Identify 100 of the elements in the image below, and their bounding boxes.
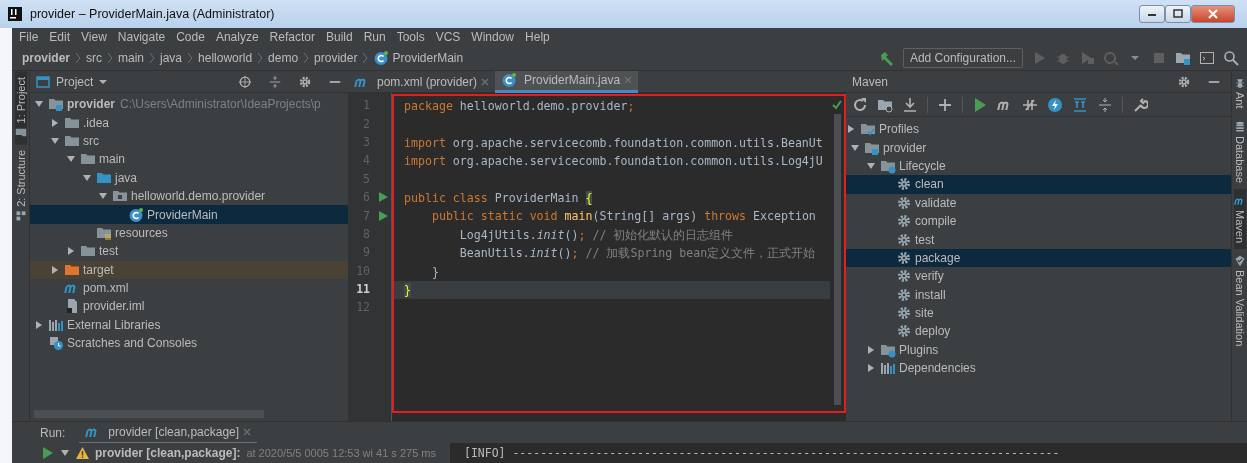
class-icon bbox=[128, 206, 144, 223]
expand-arrow-icon[interactable] bbox=[34, 319, 44, 330]
menu-item[interactable]: Window bbox=[470, 30, 516, 44]
menu-item[interactable]: Navigate bbox=[116, 30, 167, 44]
hammer-icon[interactable] bbox=[878, 50, 895, 66]
tree-item[interactable]: java bbox=[30, 168, 348, 187]
tree-item[interactable]: provider.iml bbox=[30, 297, 348, 316]
tree-item[interactable]: ProviderMain bbox=[30, 205, 348, 224]
panel-title[interactable]: Project bbox=[56, 74, 94, 89]
breadcrumb-item[interactable]: helloworld bbox=[198, 51, 253, 65]
scrollbar[interactable] bbox=[833, 114, 841, 405]
breadcrumb-item[interactable]: ProviderMain bbox=[392, 51, 464, 65]
expand-arrow-icon[interactable] bbox=[866, 344, 876, 355]
caret-icon[interactable] bbox=[99, 77, 108, 86]
item-label: provider bbox=[67, 97, 115, 112]
tree-item[interactable]: provider bbox=[846, 138, 1231, 157]
tree-item[interactable]: site bbox=[846, 303, 1231, 323]
plus-icon[interactable] bbox=[937, 96, 953, 113]
close-button[interactable] bbox=[1191, 5, 1235, 23]
collapse-arrow-icon[interactable] bbox=[850, 142, 860, 153]
wrench-icon[interactable] bbox=[1132, 96, 1148, 113]
run-icon[interactable] bbox=[378, 210, 388, 221]
tree-item[interactable]: package bbox=[846, 248, 1231, 268]
expand-arrow-icon[interactable] bbox=[866, 363, 876, 374]
tree-item[interactable]: test bbox=[30, 242, 348, 261]
expand-arrow-icon[interactable] bbox=[66, 246, 76, 257]
tree-item[interactable]: helloworld.demo.provider bbox=[30, 186, 348, 206]
tree-item[interactable]: clean bbox=[846, 175, 1231, 194]
menu-item[interactable]: Build bbox=[324, 30, 354, 44]
editor-tab[interactable]: ProviderMain.java bbox=[495, 70, 639, 93]
terminal-icon[interactable] bbox=[1199, 50, 1215, 66]
tree-item[interactable]: compile bbox=[846, 211, 1231, 231]
settings-icon[interactable] bbox=[1177, 74, 1191, 89]
menu-item[interactable]: VCS bbox=[434, 30, 462, 44]
tree-item[interactable]: Dependencies bbox=[846, 359, 1231, 378]
maximize-button[interactable] bbox=[1165, 5, 1191, 23]
tool-window-tab[interactable]: 2: Structure bbox=[14, 144, 27, 229]
tree-item[interactable]: provider C:\Users\Administrator\IdeaProjects\p bbox=[30, 95, 348, 114]
tree-item[interactable]: External Libraries bbox=[30, 315, 348, 335]
breadcrumb-item[interactable]: provider bbox=[22, 51, 70, 65]
collapse-arrow-icon[interactable] bbox=[866, 160, 876, 171]
download-icon[interactable] bbox=[902, 96, 918, 113]
item-label: .idea bbox=[83, 115, 110, 130]
breadcrumb-item[interactable]: src bbox=[86, 51, 102, 65]
gear-icon bbox=[896, 176, 912, 193]
expand-arrow-icon[interactable] bbox=[50, 264, 60, 275]
maximize-icon[interactable] bbox=[1172, 8, 1184, 20]
run-icon[interactable] bbox=[378, 192, 388, 203]
tree-item[interactable]: Scratches and Consoles bbox=[30, 334, 348, 353]
breadcrumb-item[interactable]: demo bbox=[268, 51, 299, 65]
database-icon bbox=[1233, 120, 1246, 133]
tool-window-tab[interactable]: Database bbox=[1233, 114, 1246, 189]
collapse-icon[interactable] bbox=[1097, 96, 1113, 113]
tool-window-tab[interactable]: Maven bbox=[1233, 188, 1246, 249]
tree-item[interactable]: Profiles bbox=[846, 120, 1231, 139]
tree-item[interactable]: target bbox=[30, 260, 348, 279]
collapse-arrow-icon[interactable] bbox=[82, 172, 92, 183]
tree-item[interactable]: verify bbox=[846, 267, 1231, 286]
tree-item[interactable]: Lifecycle bbox=[846, 156, 1231, 176]
add-configuration-button[interactable]: Add Configuration... bbox=[902, 48, 1023, 68]
tool-window-tab[interactable]: Ant bbox=[1233, 71, 1246, 115]
menu-item[interactable]: Tools bbox=[395, 30, 426, 44]
tree-item[interactable]: resources bbox=[30, 223, 348, 243]
settings-icon[interactable] bbox=[298, 74, 312, 89]
breadcrumb-item[interactable]: provider bbox=[314, 51, 358, 65]
tree-item[interactable]: install bbox=[846, 285, 1231, 304]
editor-tab[interactable]: pom.xml (provider) bbox=[348, 70, 496, 93]
menu-item[interactable]: Code bbox=[175, 30, 206, 44]
tree-item[interactable]: pom.xml bbox=[30, 278, 348, 298]
tree-item[interactable]: test bbox=[846, 230, 1231, 249]
search-icon[interactable] bbox=[1223, 50, 1239, 66]
minimize-button[interactable] bbox=[1139, 5, 1165, 23]
tree-item[interactable]: .idea bbox=[30, 113, 348, 132]
tool-window-tab[interactable]: Bean Validation bbox=[1233, 248, 1246, 352]
menu-item[interactable]: View bbox=[80, 30, 108, 44]
breadcrumb-item[interactable]: java bbox=[160, 51, 183, 65]
menu-item[interactable]: Refactor bbox=[268, 30, 316, 44]
collapse-arrow-icon[interactable] bbox=[60, 448, 70, 458]
tree-item[interactable]: src bbox=[30, 131, 348, 151]
tree-item[interactable]: Plugins bbox=[846, 340, 1231, 360]
expand-arrow-icon[interactable] bbox=[846, 124, 856, 135]
run-icon[interactable] bbox=[42, 447, 54, 459]
menu-item[interactable]: File bbox=[18, 30, 40, 44]
crosshair-icon[interactable] bbox=[238, 74, 252, 89]
refresh-icon[interactable] bbox=[852, 96, 868, 113]
collapse-arrow-icon[interactable] bbox=[50, 135, 60, 146]
tool-window-tab[interactable]: 1: Project bbox=[14, 71, 27, 145]
expand-arrow-icon[interactable] bbox=[50, 117, 60, 128]
tree-item[interactable]: validate bbox=[846, 193, 1231, 212]
menu-item[interactable]: Run bbox=[362, 30, 387, 44]
menu-item[interactable]: Help bbox=[524, 30, 551, 44]
run-icon[interactable] bbox=[972, 96, 988, 113]
project-structure-icon[interactable] bbox=[1175, 50, 1191, 66]
lightning-icon[interactable] bbox=[1047, 96, 1063, 113]
menu-item[interactable]: Edit bbox=[48, 30, 72, 44]
diagram-icon[interactable] bbox=[1072, 96, 1088, 113]
breadcrumb-item[interactable]: main bbox=[118, 51, 145, 65]
tree-item[interactable]: main bbox=[30, 150, 348, 169]
tree-item[interactable]: deploy bbox=[846, 322, 1231, 341]
menu-item[interactable]: Analyze bbox=[214, 30, 260, 44]
